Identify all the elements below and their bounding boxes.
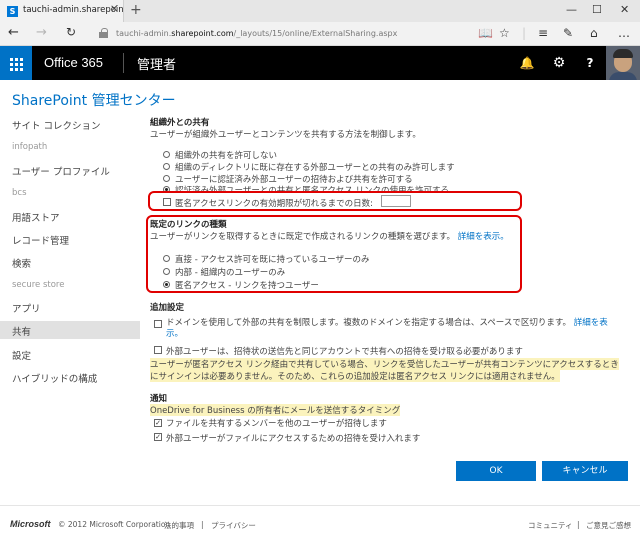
expire-days-input[interactable] xyxy=(381,195,411,207)
notifications-subheading: OneDrive for Business の所有者にメールを送信するタイミング xyxy=(150,404,401,416)
nav-infopath[interactable]: infopath xyxy=(12,142,47,152)
notifications-heading: 通知 xyxy=(150,394,168,404)
user-avatar[interactable] xyxy=(606,46,640,80)
external-sharing-description: ユーザーが組織外ユーザーとコンテンツを共有する方法を制御します。 xyxy=(150,130,421,140)
default-link-heading: 既定のリンクの種類 xyxy=(150,220,227,230)
notify-invite-others-label: ファイルを共有するメンバーを他のユーザーが招待します xyxy=(166,419,387,429)
limit-domains-details-link-cont[interactable]: 示。 xyxy=(166,327,183,339)
tab-close-icon[interactable]: ✕ xyxy=(110,4,118,15)
default-link-details-link[interactable]: 詳細を表示。 xyxy=(458,232,509,242)
office365-brand[interactable]: Office 365 xyxy=(44,55,103,70)
nav-hybrid-configuration[interactable]: ハイブリッドの構成 xyxy=(12,371,97,385)
maximize-icon[interactable]: ☐ xyxy=(592,3,602,16)
radio-no-external-sharing[interactable] xyxy=(163,151,170,158)
privacy-link[interactable]: プライバシー xyxy=(211,520,256,531)
nav-term-store[interactable]: 用語ストア xyxy=(12,210,60,224)
feedback-link[interactable]: ご意見ご感想 xyxy=(586,520,631,531)
suitebar-divider xyxy=(123,53,124,73)
notify-external-accepts-label: 外部ユーザーがファイルにアクセスするための招待を受け入れます xyxy=(166,434,421,444)
radio-link-internal[interactable] xyxy=(163,268,170,275)
sharepoint-favicon-icon: S xyxy=(7,6,18,17)
option-link-internal-label: 内部 - 組織内のユーザーのみ xyxy=(175,268,286,278)
nav-secure-store[interactable]: secure store xyxy=(12,280,64,290)
browser-nav-bar: ← → ↻ tauchi-admin.sharepoint.com/_layou… xyxy=(0,22,640,46)
nav-records-management[interactable]: レコード管理 xyxy=(12,233,69,247)
nav-site-collections[interactable]: サイト コレクション xyxy=(12,118,101,132)
microsoft-logo: Microsoft xyxy=(10,519,51,529)
address-bar[interactable]: tauchi-admin.sharepoint.com/_layouts/15/… xyxy=(96,25,468,43)
radio-link-anonymous[interactable] xyxy=(163,281,170,288)
tab-title: tauchi-admin.sharepoin xyxy=(23,5,124,15)
anonymous-link-expire-label: 匿名アクセスリンクの有効期限が切れるまでの日数: xyxy=(175,199,373,209)
toolbar-separator: | xyxy=(522,26,527,40)
legal-link[interactable]: 法的事項 xyxy=(164,520,194,531)
office365-suite-bar: Office 365 管理者 🔔 ⚙ ? xyxy=(0,46,640,80)
browser-tab-bar: S tauchi-admin.sharepoin ✕ + — ☐ ✕ xyxy=(0,0,640,22)
nav-settings[interactable]: 設定 xyxy=(12,348,31,362)
reading-view-icon[interactable]: 📖 xyxy=(478,26,493,40)
minimize-icon[interactable]: — xyxy=(566,3,577,16)
help-icon[interactable]: ? xyxy=(575,46,605,80)
lock-icon xyxy=(99,28,108,38)
nav-bcs[interactable]: bcs xyxy=(12,188,27,198)
radio-directory-users-only[interactable] xyxy=(163,163,170,170)
web-note-icon[interactable]: ✎ xyxy=(563,26,573,40)
nav-apps[interactable]: アプリ xyxy=(12,301,41,315)
anonymous-note-line2: にサインインは必要ありません。そのため、これらの追加設定は匿名アクセス リンクに… xyxy=(150,370,560,382)
community-link[interactable]: コミュニティ xyxy=(528,520,573,531)
option-no-external-sharing-label: 組織外の共有を許可しない xyxy=(175,151,278,161)
limit-domains-details-link[interactable]: 詳細を表 xyxy=(574,318,608,328)
option-link-anonymous-label: 匿名アクセス - リンクを持つユーザー xyxy=(175,281,319,291)
page-footer: Microsoft © 2012 Microsoft Corporation 法… xyxy=(0,505,640,546)
ok-button[interactable]: OK xyxy=(456,461,536,481)
option-directory-users-only-label: 組織のディレクトリに既に存在する外部ユーザーとの共有のみ許可します xyxy=(175,163,455,173)
address-url[interactable]: tauchi-admin.sharepoint.com/_layouts/15/… xyxy=(116,29,397,38)
additional-settings-heading: 追加設定 xyxy=(150,303,185,313)
more-icon[interactable]: … xyxy=(618,26,630,40)
notify-invite-others-checkbox[interactable]: ✓ xyxy=(154,419,162,427)
cancel-button[interactable]: キャンセル xyxy=(542,461,628,481)
require-same-account-checkbox[interactable] xyxy=(154,346,162,354)
radio-authenticated-external[interactable] xyxy=(163,175,170,182)
browser-tab[interactable]: S tauchi-admin.sharepoin ✕ xyxy=(0,0,124,22)
anonymous-note-line1: ユーザーが匿名アクセス リンク経由で共有している場合、リンクを受信したユーザーが… xyxy=(150,358,619,370)
forward-icon[interactable]: → xyxy=(36,25,47,40)
external-sharing-heading: 組織外との共有 xyxy=(150,118,210,128)
default-link-description: ユーザーがリンクを取得するときに既定で作成されるリンクの種類を選びます。 詳細を… xyxy=(150,232,509,242)
back-icon[interactable]: ← xyxy=(8,25,19,40)
share-icon[interactable]: ⌂ xyxy=(590,26,598,40)
admin-title[interactable]: 管理者 xyxy=(137,54,176,73)
nav-user-profiles[interactable]: ユーザー プロファイル xyxy=(12,164,110,178)
hub-icon[interactable]: ≡ xyxy=(538,26,548,40)
copyright-text: © 2012 Microsoft Corporation xyxy=(58,520,171,529)
nav-search[interactable]: 検索 xyxy=(12,256,31,270)
nav-sharing[interactable]: 共有 xyxy=(12,324,31,338)
anonymous-link-expire-checkbox[interactable] xyxy=(163,198,171,206)
refresh-icon[interactable]: ↻ xyxy=(66,25,76,39)
footer-separator: | xyxy=(201,520,204,529)
option-link-direct-label: 直接 - アクセス許可を既に持っているユーザーのみ xyxy=(175,255,370,265)
window-close-icon[interactable]: ✕ xyxy=(620,3,629,16)
favorite-star-icon[interactable]: ☆ xyxy=(499,26,510,40)
notify-external-accepts-checkbox[interactable]: ✓ xyxy=(154,433,162,441)
page-title: SharePoint 管理センター xyxy=(12,93,176,109)
limit-domains-checkbox[interactable] xyxy=(154,320,162,328)
app-launcher-waffle-icon[interactable] xyxy=(0,46,32,80)
notification-bell-icon[interactable]: 🔔 xyxy=(512,46,542,80)
limit-domains-label: ドメインを使用して外部の共有を制限します。複数のドメインを指定する場合は、スペー… xyxy=(166,318,608,328)
settings-gear-icon[interactable]: ⚙ xyxy=(544,46,574,80)
require-same-account-label: 外部ユーザーは、招待状の送信先と同じアカウントで共有への招待を受け取る必要があり… xyxy=(166,347,523,357)
new-tab-icon[interactable]: + xyxy=(130,2,142,18)
radio-link-direct[interactable] xyxy=(163,255,170,262)
footer-separator-2: | xyxy=(577,520,580,529)
